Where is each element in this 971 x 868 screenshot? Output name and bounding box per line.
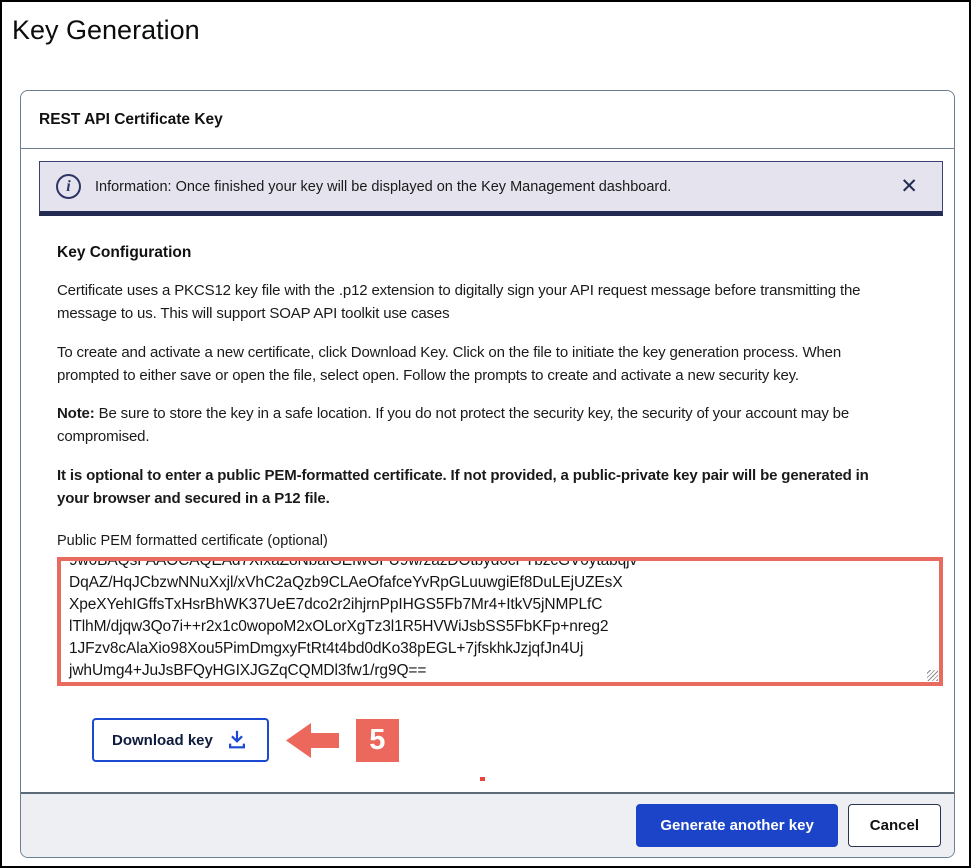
rest-api-certificate-card: REST API Certificate Key i Information: … xyxy=(20,90,955,858)
pem-line: 9w0BAQsFAAOCAQEAd7XfxaZ8NbafGEfwGFU9w/za… xyxy=(69,557,931,572)
download-key-button[interactable]: Download key xyxy=(92,718,269,762)
cancel-button[interactable]: Cancel xyxy=(848,804,941,847)
pem-line: jwhUmg4+JuJsBFQyHGIXJGZqCQMDl3fw1/rg9Q== xyxy=(69,660,931,684)
download-row: Download key xyxy=(92,718,910,762)
pem-certificate-textarea[interactable]: 9w0BAQsFAAOCAQEAd7XfxaZ8NbafGEfwGFU9w/za… xyxy=(57,557,943,686)
note-label: Note: xyxy=(57,405,95,422)
arrow-left-icon xyxy=(286,722,339,759)
pem-line: lTlhM/djqw3Qo7i++r2x1c0wopoM2xOLorXgTz3l… xyxy=(69,616,931,638)
section-title: Key Configuration xyxy=(57,244,910,262)
red-dot-annotation xyxy=(480,777,485,781)
card-footer: Generate another key Cancel xyxy=(21,792,954,857)
step-5-badge: 5 xyxy=(356,719,399,762)
paragraph-optional-notice: It is optional to enter a public PEM-for… xyxy=(57,464,910,511)
pem-certificate-value: 9w0BAQsFAAOCAQEAd7XfxaZ8NbafGEfwGFU9w/za… xyxy=(69,557,931,684)
information-banner: i Information: Once finished your key wi… xyxy=(39,161,943,216)
key-generation-page: Key Generation REST API Certificate Key … xyxy=(0,0,971,868)
pem-line: DqAZ/HqJCbzwNNuXxjl/xVhC2aQzb9CLAeOfafce… xyxy=(69,572,931,594)
key-configuration-section: Key Configuration Certificate uses a PKC… xyxy=(21,216,954,762)
textarea-resize-handle[interactable] xyxy=(927,670,938,681)
card-body: i Information: Once finished your key wi… xyxy=(21,149,954,792)
paragraph-create-activate: To create and activate a new certificate… xyxy=(57,341,910,388)
paragraph-note: Note: Be sure to store the key in a safe… xyxy=(57,402,910,449)
pem-line: 1JFzv8cAlaXio98Xou5PimDmgxyFtRt4t4bd0dKo… xyxy=(69,638,931,660)
download-key-label: Download key xyxy=(112,732,213,749)
information-banner-text: Information: Once finished your key will… xyxy=(95,179,876,195)
pem-line: XpeXYehIGffsTxHsrBhWK37UeE7dco2r2ihjrnPp… xyxy=(69,594,931,616)
close-icon[interactable]: ✕ xyxy=(890,176,928,197)
pem-certificate-label: Public PEM formatted certificate (option… xyxy=(57,533,910,549)
generate-another-key-button[interactable]: Generate another key xyxy=(636,804,837,847)
card-header: REST API Certificate Key xyxy=(21,91,954,149)
info-icon: i xyxy=(56,174,81,199)
download-icon xyxy=(226,729,248,751)
note-text: Be sure to store the key in a safe locat… xyxy=(57,405,849,445)
page-title: Key Generation xyxy=(2,2,969,46)
paragraph-certificate-info: Certificate uses a PKCS12 key file with … xyxy=(57,279,910,326)
